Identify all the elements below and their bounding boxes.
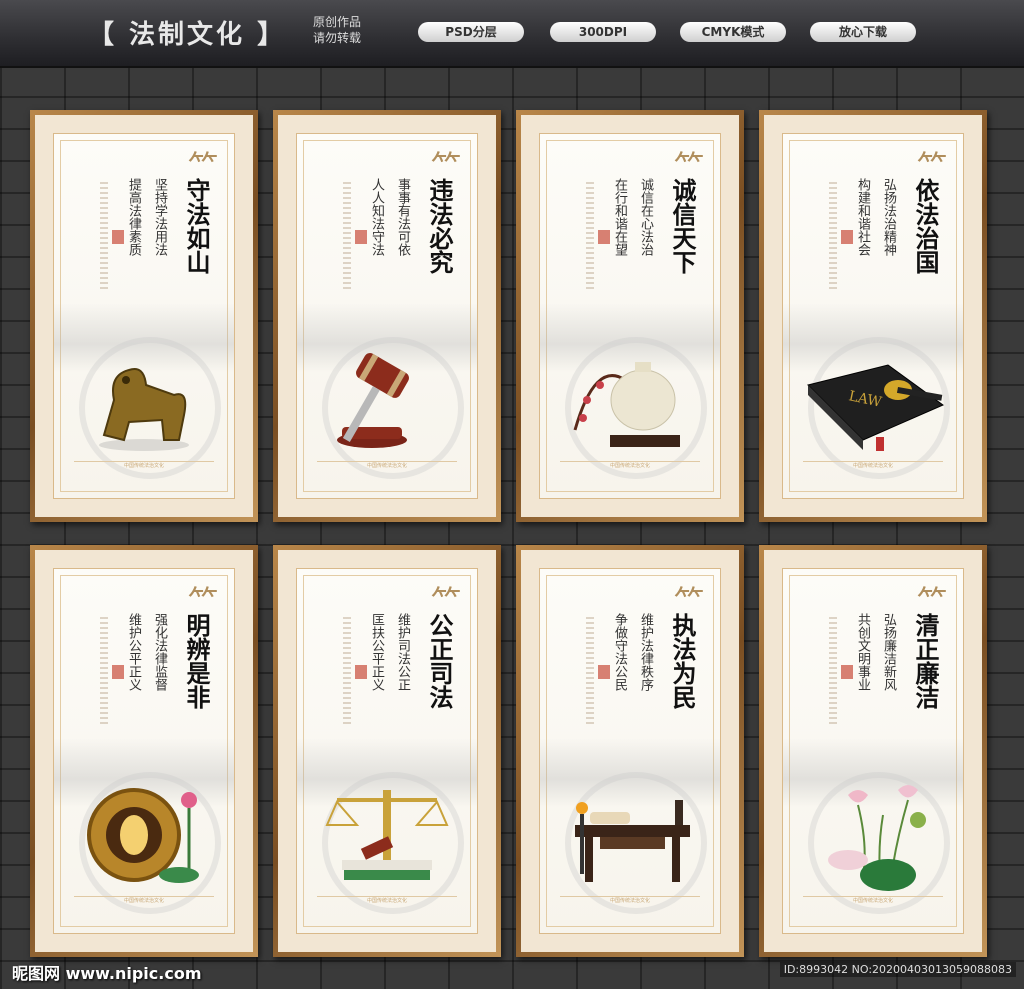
download-badge: 放心下载 (810, 22, 916, 42)
copyright-line-1: 原创作品 (313, 15, 362, 29)
poster-mat: ⺮ 清正廉洁 弘扬廉洁新风 共创文明事业 中国传统法治文化 (764, 550, 982, 952)
poster-slogan-2: 构建和谐社会 (855, 178, 870, 256)
header-bar: 【 法制文化 】 原创作品 请勿转载 PSD分层 300DPI CMYK模式 放… (0, 0, 1024, 68)
poster-slogan-1: 强化法律监督 (152, 613, 167, 691)
poster-paper: ⺮ 违法必究 事事有法可依 人人知法守法 中国传统法治文化 (296, 133, 478, 499)
footer-decoration: 中国传统法治文化 (317, 896, 457, 915)
poster-slogan-2: 共创文明事业 (855, 613, 870, 691)
footer-decoration: 中国传统法治文化 (560, 896, 700, 915)
faint-calligraphy-decoration (829, 617, 837, 727)
poster-mat: ⺮ 执法为民 维护法律秩序 争做守法公民 中国传统法治文化 (521, 550, 739, 952)
poster-paper: ⺮ 明辨是非 强化法律监督 维护公平正义 中国传统法治文化 (53, 568, 235, 934)
poster-heading: 明辨是非 (182, 613, 210, 709)
psd-layers-badge: PSD分层 (418, 22, 524, 42)
poster-frame: ⺮ 守法如山 坚持学法用法 提高法律素质 中国传统法治文化 (30, 110, 258, 522)
red-seal-icon (112, 665, 124, 679)
red-seal-icon (598, 230, 610, 244)
poster-slogan-2: 提高法律素质 (126, 178, 141, 256)
faint-calligraphy-decoration (100, 182, 108, 292)
poster-paper: ⺮ 依法治国 弘扬法治精神 构建和谐社会 LAW 中国传统法治文化 (782, 133, 964, 499)
gavel-icon (322, 345, 452, 459)
poster-mat: ⺮ 守法如山 坚持学法用法 提高法律素质 中国传统法治文化 (35, 115, 253, 517)
footer-decoration: 中国传统法治文化 (317, 461, 457, 480)
gold-plate-icon (79, 780, 209, 894)
poster-heading: 执法为民 (668, 613, 696, 709)
footer-decoration: 中国传统法治文化 (74, 896, 214, 915)
footer-decoration: 中国传统法治文化 (803, 461, 943, 480)
faint-calligraphy-decoration (586, 182, 594, 292)
poster-slogan-2: 维护公平正义 (126, 613, 141, 691)
poster-slogan-1: 诚信在心法治 (638, 178, 653, 256)
poster-frame: ⺮ 依法治国 弘扬法治精神 构建和谐社会 LAW 中国传统法治文化 (759, 110, 987, 522)
poster-slogan-1: 维护法律秩序 (638, 613, 653, 691)
poster-mat: ⺮ 明辨是非 强化法律监督 维护公平正义 中国传统法治文化 (35, 550, 253, 952)
red-seal-icon (355, 665, 367, 679)
poster-paper: ⺮ 守法如山 坚持学法用法 提高法律素质 中国传统法治文化 (53, 133, 235, 499)
poster-heading: 清正廉洁 (911, 613, 939, 709)
poster-heading: 诚信天下 (668, 178, 696, 274)
poster-slogan-2: 匡扶公平正义 (369, 613, 384, 691)
image-id-watermark: ID:8993042 NO:20200403013059088083 (779, 962, 1016, 977)
poster-slogan-1: 弘扬法治精神 (881, 178, 896, 256)
poster-frame: ⺮ 诚信天下 诚信在心法治 在行和谐在望 中国传统法治文化 (516, 110, 744, 522)
red-seal-icon (841, 665, 853, 679)
poster-paper: ⺮ 执法为民 维护法律秩序 争做守法公民 中国传统法治文化 (539, 568, 721, 934)
poster-mat: ⺮ 诚信天下 诚信在心法治 在行和谐在望 中国传统法治文化 (521, 115, 739, 517)
footer-decoration: 中国传统法治文化 (803, 896, 943, 915)
faint-calligraphy-decoration (343, 182, 351, 292)
lotus-icon (808, 775, 938, 899)
footer-decoration: 中国传统法治文化 (560, 461, 700, 480)
footer-decoration: 中国传统法治文化 (74, 461, 214, 480)
poster-heading: 依法治国 (911, 178, 939, 274)
faint-calligraphy-decoration (829, 182, 837, 292)
poster-frame: ⺮ 清正廉洁 弘扬廉洁新风 共创文明事业 中国传统法治文化 (759, 545, 987, 957)
poster-frame: ⺮ 执法为民 维护法律秩序 争做守法公民 中国传统法治文化 (516, 545, 744, 957)
poster-mat: ⺮ 违法必究 事事有法可依 人人知法守法 中国传统法治文化 (278, 115, 496, 517)
law-book-icon: LAW (798, 345, 948, 459)
poster-heading: 守法如山 (182, 178, 210, 274)
page-title: 【 法制文化 】 (88, 20, 287, 50)
poster-frame: ⺮ 违法必究 事事有法可依 人人知法守法 中国传统法治文化 (273, 110, 501, 522)
red-seal-icon (841, 230, 853, 244)
bronze-pixiu-icon (84, 340, 204, 464)
poster-slogan-1: 事事有法可依 (395, 178, 410, 256)
cmyk-badge: CMYK模式 (680, 22, 786, 42)
poster-mat: ⺮ 依法治国 弘扬法治精神 构建和谐社会 LAW 中国传统法治文化 (764, 115, 982, 517)
dpi-badge: 300DPI (550, 22, 656, 42)
faint-calligraphy-decoration (586, 617, 594, 727)
jade-censer-icon (565, 340, 695, 464)
red-seal-icon (598, 665, 610, 679)
poster-slogan-1: 维护司法公正 (395, 613, 410, 691)
poster-paper: ⺮ 清正廉洁 弘扬廉洁新风 共创文明事业 中国传统法治文化 (782, 568, 964, 934)
poster-paper: ⺮ 诚信天下 诚信在心法治 在行和谐在望 中国传统法治文化 (539, 133, 721, 499)
poster-slogan-2: 人人知法守法 (369, 178, 384, 256)
poster-frame: ⺮ 明辨是非 强化法律监督 维护公平正义 中国传统法治文化 (30, 545, 258, 957)
poster-slogan-2: 在行和谐在望 (612, 178, 627, 256)
faint-calligraphy-decoration (343, 617, 351, 727)
poster-frame: ⺮ 公正司法 维护司法公正 匡扶公平正义 中国传统法治文化 (273, 545, 501, 957)
copyright-note: 原创作品 请勿转载 (313, 14, 361, 46)
copyright-line-2: 请勿转载 (313, 31, 362, 45)
poster-mat: ⺮ 公正司法 维护司法公正 匡扶公平正义 中国传统法治文化 (278, 550, 496, 952)
poster-heading: 违法必究 (425, 178, 453, 274)
poster-slogan-1: 坚持学法用法 (152, 178, 167, 256)
poster-slogan-1: 弘扬廉洁新风 (881, 613, 896, 691)
scales-icon (322, 780, 452, 894)
site-watermark: 昵图网 www.nipic.com (12, 964, 202, 983)
poster-slogan-2: 争做守法公民 (612, 613, 627, 691)
faint-calligraphy-decoration (100, 617, 108, 727)
red-seal-icon (112, 230, 124, 244)
red-seal-icon (355, 230, 367, 244)
poster-heading: 公正司法 (425, 613, 453, 709)
poster-paper: ⺮ 公正司法 维护司法公正 匡扶公平正义 中国传统法治文化 (296, 568, 478, 934)
desk-scroll-icon (560, 780, 700, 894)
